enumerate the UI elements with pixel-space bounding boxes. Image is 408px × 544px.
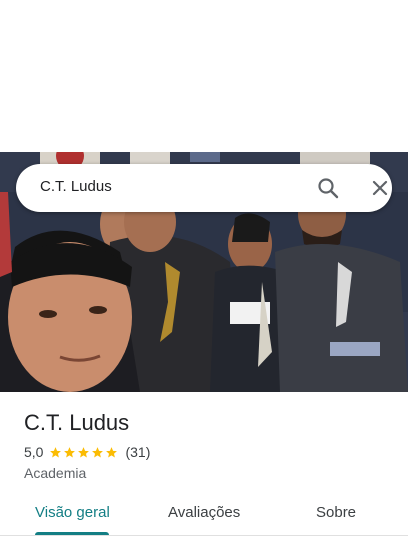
star-icon [50,446,62,457]
tab-reviews[interactable]: Avaliações [168,504,240,521]
star-icon [78,446,90,457]
star-icon [92,446,104,457]
tab-overview[interactable]: Visão geral [35,504,110,521]
place-title: C.T. Ludus [24,410,130,435]
star-icon [64,446,76,457]
rating-value: 5,0 [24,444,44,460]
search-icon[interactable] [316,176,340,200]
star-icon [106,446,118,457]
review-count[interactable]: (31) [125,444,150,460]
blank-top-area [0,0,408,152]
search-bar[interactable]: C.T. Ludus [16,164,392,212]
place-category: Academia [24,465,87,481]
close-icon[interactable] [368,176,392,200]
place-tabs: Visão geral Avaliações Sobre [0,500,408,544]
search-input[interactable]: C.T. Ludus [40,178,112,195]
star-rating [49,446,119,459]
rating-row[interactable]: 5,0 (31) [24,444,150,460]
tab-about[interactable]: Sobre [316,504,356,521]
tabs-divider [0,535,408,536]
